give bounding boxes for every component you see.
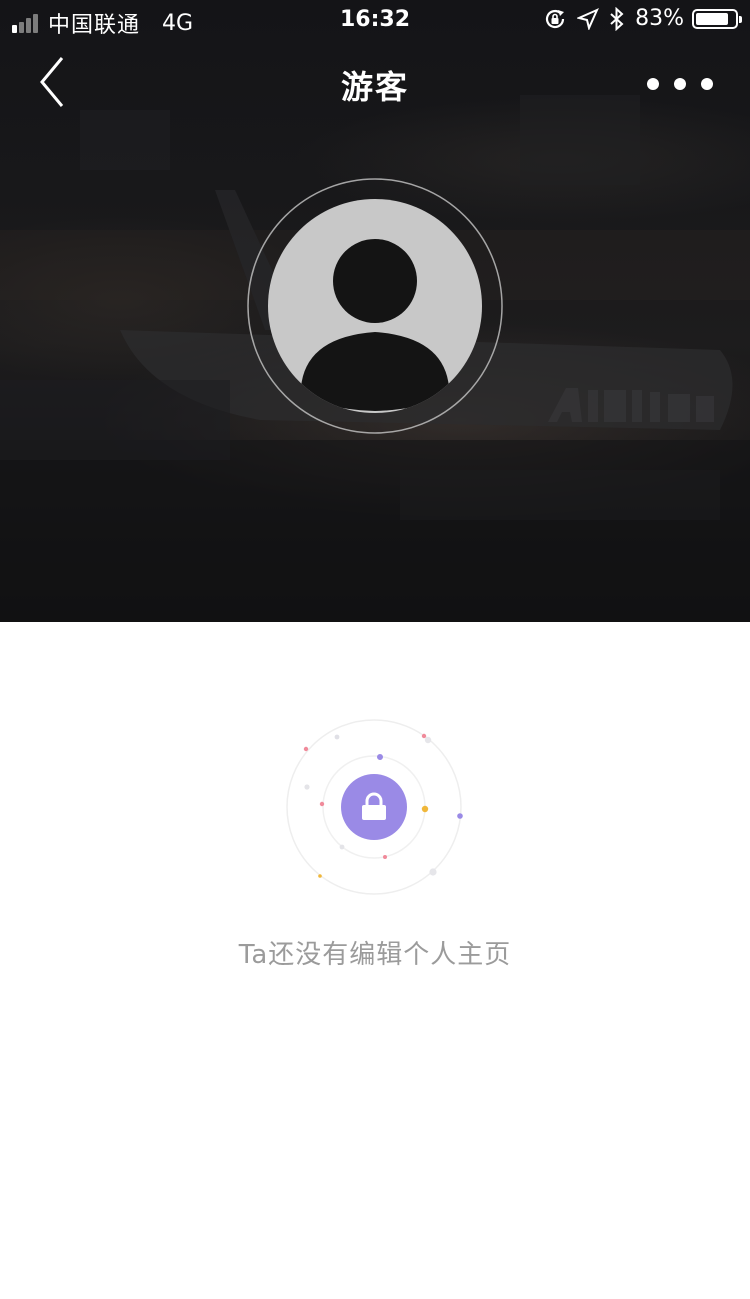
- status-right: 83%: [533, 6, 742, 31]
- status-bar: 中国联通 4G 16:32 83%: [0, 0, 750, 40]
- page-title: 游客: [340, 68, 409, 106]
- location-arrow-icon: [577, 7, 600, 30]
- rotation-lock-icon: [543, 7, 567, 31]
- battery-icon: [692, 8, 742, 29]
- default-user-icon: [247, 178, 503, 434]
- more-dots-icon: [647, 78, 713, 90]
- empty-state-graphic: [283, 716, 467, 898]
- profile-header-background: 中国联通 4G 16:32 83% 游客: [0, 0, 750, 622]
- empty-state-message: Ta还没有编辑个人主页: [238, 940, 512, 970]
- navigation-bar: 游客: [0, 40, 750, 128]
- battery-percent: 83%: [635, 6, 684, 31]
- bluetooth-icon: [609, 6, 625, 31]
- battery-level: [696, 12, 728, 25]
- more-options-button[interactable]: [640, 68, 720, 100]
- avatar[interactable]: [246, 177, 504, 435]
